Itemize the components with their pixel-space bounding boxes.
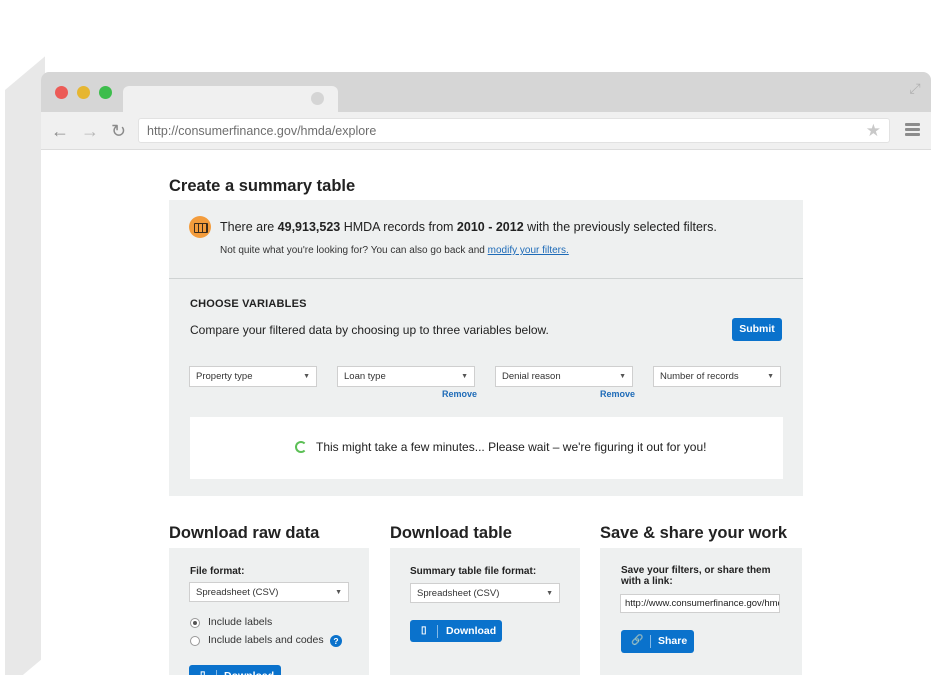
- compare-instructions: Compare your filtered data by choosing u…: [190, 323, 549, 337]
- share-panel: Save your filters, or share them with a …: [600, 548, 802, 675]
- download-raw-label: Download: [224, 665, 274, 675]
- submit-button[interactable]: Submit: [732, 318, 782, 341]
- browser-titlebar: ⤢: [41, 72, 931, 112]
- chevron-down-icon: ▼: [767, 373, 774, 380]
- download-table-button[interactable]: ▯ Download: [410, 620, 502, 642]
- summary-panel: There are 49,913,523 HMDA records from 2…: [169, 200, 803, 496]
- document-icon: ▯: [200, 665, 206, 675]
- download-table-title: Download table: [390, 524, 512, 542]
- remove-variable-2-link[interactable]: Remove: [442, 389, 477, 399]
- browser-frame-shadow: [5, 56, 45, 675]
- table-icon: [189, 216, 211, 238]
- chevron-down-icon: ▼: [619, 373, 626, 380]
- help-icon[interactable]: ?: [330, 635, 342, 647]
- menu-icon[interactable]: [905, 123, 920, 137]
- share-link-input[interactable]: http://www.consumerfinance.gov/hmda/expl…: [620, 594, 780, 613]
- choose-variables-heading: CHOOSE VARIABLES: [190, 298, 307, 310]
- close-window-icon[interactable]: [55, 86, 68, 99]
- spinner-icon: [295, 441, 307, 453]
- include-labels-codes-radio[interactable]: [190, 636, 200, 646]
- loading-box: This might take a few minutes... Please …: [190, 417, 783, 479]
- divider: [169, 278, 803, 279]
- variable-select-3[interactable]: Denial reason ▼: [495, 366, 633, 387]
- download-table-panel: Summary table file format: Spreadsheet (…: [390, 548, 580, 675]
- loading-message: This might take a few minutes... Please …: [316, 440, 707, 454]
- share-label-line1: Save your filters, or share them: [621, 565, 771, 576]
- variable-select-2[interactable]: Loan type ▼: [337, 366, 475, 387]
- variable-select-4[interactable]: Number of records ▼: [653, 366, 781, 387]
- include-labels-radio[interactable]: [190, 618, 200, 628]
- tab-close-icon[interactable]: [311, 92, 324, 105]
- chevron-down-icon: ▼: [303, 373, 310, 380]
- button-separator: [216, 670, 217, 675]
- button-separator: [437, 625, 438, 638]
- chevron-down-icon: ▼: [461, 373, 468, 380]
- file-format-label: File format:: [190, 566, 245, 577]
- chevron-down-icon: ▼: [546, 590, 553, 597]
- summary-format-label: Summary table file format:: [410, 566, 537, 577]
- share-button[interactable]: 🔗 Share: [621, 630, 694, 653]
- forward-arrow-icon[interactable]: →: [81, 121, 99, 141]
- share-button-label: Share: [658, 635, 688, 647]
- download-raw-title: Download raw data: [169, 524, 320, 542]
- raw-format-select[interactable]: Spreadsheet (CSV) ▼: [189, 582, 349, 602]
- download-raw-panel: File format: Spreadsheet (CSV) ▼ Include …: [169, 548, 369, 675]
- browser-tab[interactable]: [123, 86, 338, 112]
- records-summary: There are 49,913,523 HMDA records from 2…: [220, 220, 717, 234]
- expand-icon[interactable]: ⤢: [907, 80, 923, 96]
- browser-toolbar: ← → ↻ http://consumerfinance.gov/hmda/ex…: [41, 112, 931, 150]
- url-text[interactable]: http://consumerfinance.gov/hmda/explore: [147, 124, 376, 138]
- remove-variable-3-link[interactable]: Remove: [600, 389, 635, 399]
- modify-filters-link[interactable]: modify your filters.: [488, 245, 569, 256]
- star-icon[interactable]: ★: [866, 121, 881, 141]
- include-labels-codes-label[interactable]: Include labels and codes: [208, 634, 324, 646]
- share-label-line2: with a link:: [621, 576, 673, 587]
- back-arrow-icon[interactable]: ←: [51, 121, 69, 141]
- minimize-window-icon[interactable]: [77, 86, 90, 99]
- reload-icon[interactable]: ↻: [111, 121, 126, 141]
- document-icon: ▯: [421, 625, 427, 636]
- variable-select-1[interactable]: Property type ▼: [189, 366, 317, 387]
- maximize-window-icon[interactable]: [99, 86, 112, 99]
- chevron-down-icon: ▼: [335, 589, 342, 596]
- share-title: Save & share your work: [600, 524, 788, 542]
- address-bar[interactable]: http://consumerfinance.gov/hmda/explore …: [138, 118, 890, 143]
- summary-title: Create a summary table: [169, 177, 356, 195]
- table-format-select[interactable]: Spreadsheet (CSV) ▼: [410, 583, 560, 603]
- link-icon: 🔗: [631, 635, 644, 646]
- button-separator: [650, 635, 651, 648]
- records-range: 2010 - 2012: [456, 220, 524, 234]
- records-count: 49,913,523: [277, 220, 341, 234]
- download-table-label: Download: [446, 625, 497, 637]
- modify-hint: Not quite what you're looking for? You c…: [220, 245, 569, 256]
- include-labels-label[interactable]: Include labels: [208, 616, 272, 628]
- download-raw-button[interactable]: ▯ Download: [189, 665, 281, 675]
